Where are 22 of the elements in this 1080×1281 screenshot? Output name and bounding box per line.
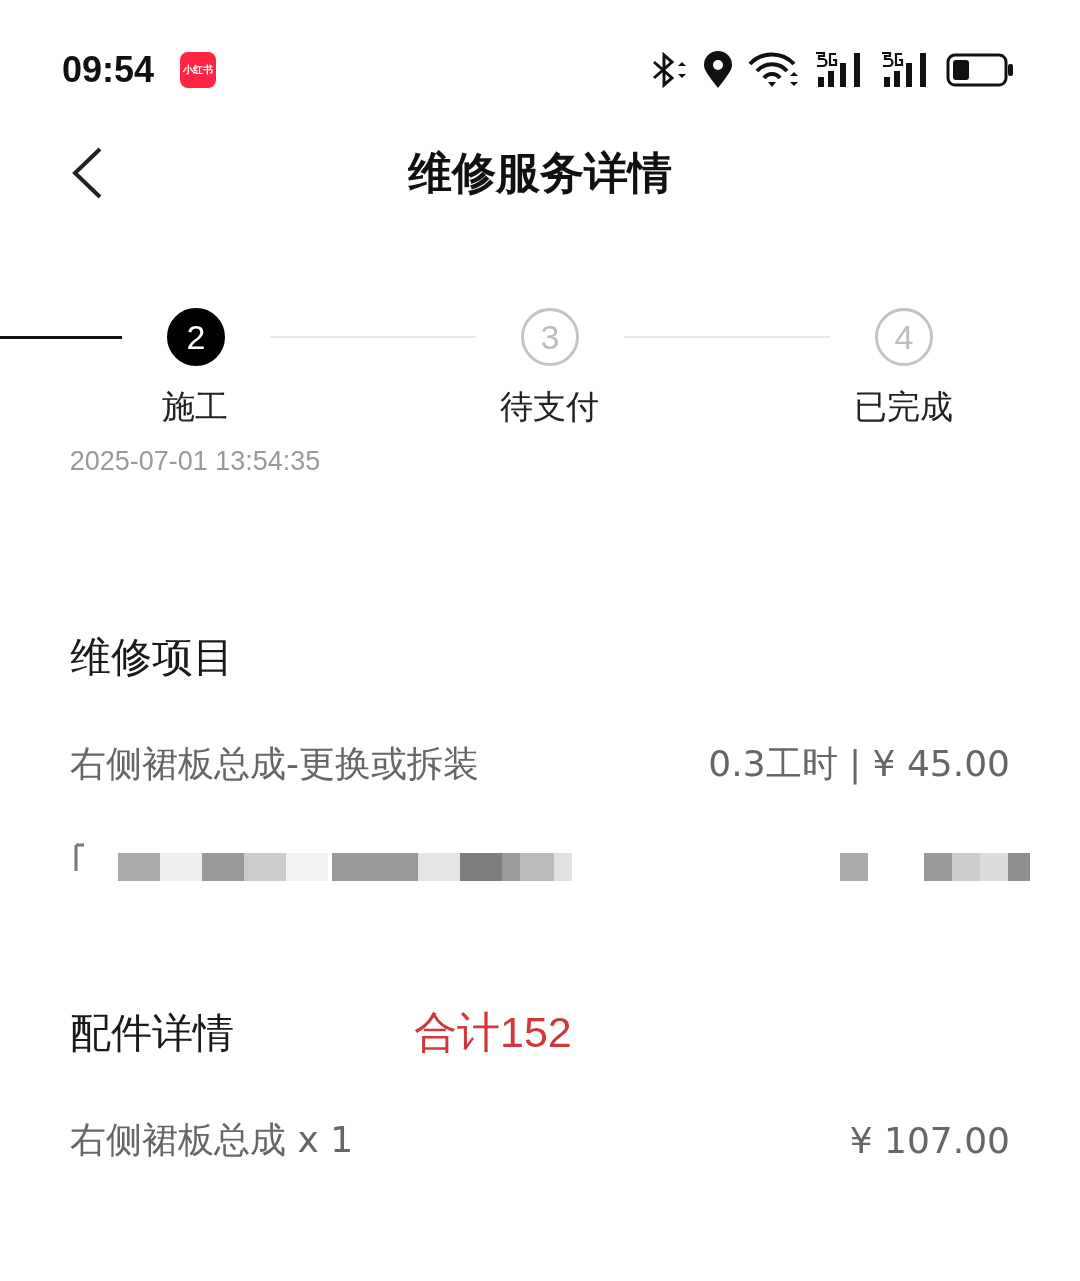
step-number: 4	[875, 308, 933, 366]
step-time: 2025-07-01 13:54:35	[69, 446, 321, 477]
item-price: 0.3工时 | ¥ 45.00	[708, 741, 1010, 787]
page-title: 维修服务详情	[408, 145, 672, 200]
battery-icon	[946, 52, 1014, 88]
parts-total: 合计152	[414, 1007, 572, 1058]
app-badge-icon: 小红书	[180, 52, 217, 88]
item-name: 右侧裙板总成-更换或拆装	[70, 741, 479, 786]
bluetooth-icon	[650, 52, 688, 88]
part-price: ¥ 107.00	[849, 1119, 1010, 1161]
back-button[interactable]	[70, 147, 104, 199]
wifi-icon	[748, 52, 800, 88]
step-number: 2	[167, 308, 225, 366]
step-label: 施工	[162, 386, 228, 428]
location-icon	[702, 51, 734, 89]
section-title: 维修项目	[70, 631, 234, 683]
step-label: 待支付	[499, 386, 599, 428]
part-name: 右侧裙板总成 x 1	[70, 1117, 354, 1162]
status-time: 09:54	[62, 49, 155, 91]
step-number: 3	[521, 308, 579, 366]
section-title: 配件详情	[70, 1007, 234, 1059]
step-label: 已完成	[853, 386, 953, 428]
